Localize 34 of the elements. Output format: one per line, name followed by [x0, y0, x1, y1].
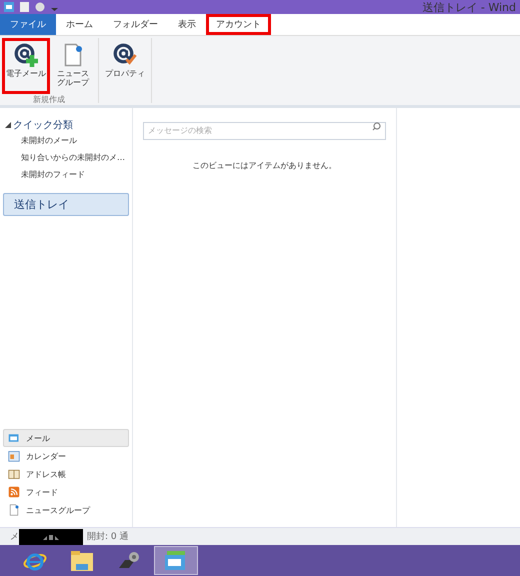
quick-view-item[interactable]: 未開封のフィード [3, 166, 129, 183]
calendar-icon [8, 450, 20, 462]
search-icon [372, 122, 381, 131]
rss-icon [8, 486, 20, 498]
ribbon-tab[interactable]: ファイル [0, 14, 56, 35]
ribbon-button[interactable]: 電子メール [2, 38, 50, 94]
nav-item[interactable]: ニュースグループ [3, 501, 129, 519]
at-plus-icon [14, 43, 38, 67]
nav-item[interactable]: カレンダー [3, 447, 129, 465]
ribbon-tab[interactable]: アカウント [206, 14, 271, 35]
nav-item[interactable]: アドレス帳 [3, 465, 129, 483]
window-title: 送信トレイ - Wind [422, 0, 516, 14]
ribbon-button[interactable]: ニュースグループ [50, 38, 96, 94]
document-pin-icon [8, 504, 20, 516]
quick-view-item[interactable]: 知り合いからの未開封のメ… [3, 149, 129, 166]
mail-icon [8, 432, 20, 444]
book-icon [8, 468, 20, 480]
nav-item[interactable]: フィード [3, 483, 129, 501]
status-text: メ [10, 531, 19, 543]
nav-item[interactable]: メール [3, 429, 129, 447]
mail-icon [164, 550, 188, 572]
folder-item[interactable]: 送信トレイ [3, 193, 129, 216]
empty-message: このビューにはアイテムがありません。 [192, 160, 336, 171]
search-field[interactable]: メッセージの検索 [143, 122, 386, 140]
quick-view-item[interactable]: 未開封のメール [3, 132, 129, 149]
ribbon-button[interactable]: プロパティ [101, 38, 149, 94]
triangle-arrows-icon [43, 534, 59, 540]
group-label: 新規作成 [33, 94, 65, 106]
folder-icon [70, 550, 94, 572]
app-icon [4, 2, 14, 12]
taskbar-button[interactable] [154, 546, 198, 575]
at-check-icon [113, 43, 137, 67]
status-text: 開封: 0 通 [87, 530, 128, 543]
section-header[interactable]: クイック分類 [3, 118, 129, 132]
